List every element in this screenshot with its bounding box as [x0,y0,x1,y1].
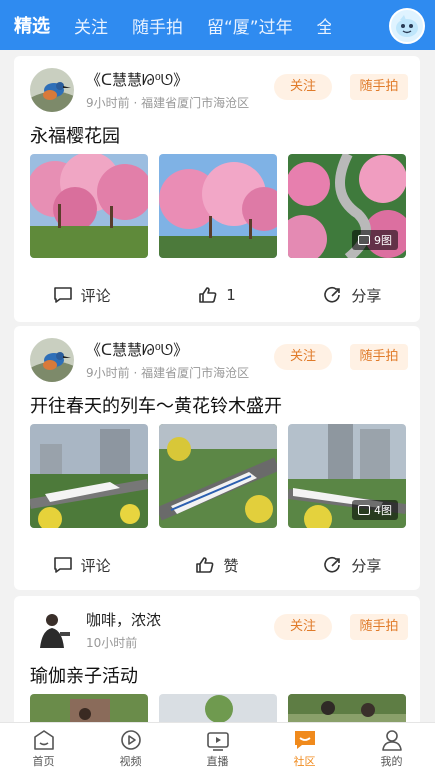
home-icon [33,729,54,750]
comment-icon [53,557,72,573]
community-icon [294,730,315,749]
user-avatar-button[interactable] [389,8,425,44]
image-stack-icon [358,505,370,515]
post-author[interactable]: 咖啡，浓浓 10小时前 [30,608,262,652]
post-image[interactable] [30,694,148,722]
post-title[interactable]: 瑜伽亲子活动 [30,662,138,688]
image-count-badge: 9图 [352,230,398,250]
share-icon [324,286,341,303]
bottom-nav: 首页 视频 直播 社区 我的 [0,722,435,774]
share-icon [324,556,341,573]
post-images: 9图 [30,154,406,258]
tab-following[interactable]: 关注 [74,13,108,38]
post-image[interactable] [30,424,148,528]
author-name[interactable]: 咖啡，浓浓 [86,609,262,630]
nav-community[interactable]: 社区 [261,723,348,774]
post-image[interactable]: 9图 [288,154,406,258]
snapshot-tag[interactable]: 随手拍 [350,614,408,640]
post-title[interactable]: 开往春天的列车～黄花铃木盛开 [30,392,282,418]
play-icon [120,729,141,750]
avatar[interactable] [30,68,74,112]
post-author[interactable]: 《ᑕ慧慧ᘙ⁰ᘎ》 9小时前 · 福建省厦门市海沧区 [30,68,262,112]
like-button[interactable]: 1 [149,280,284,310]
avatar[interactable] [30,338,74,382]
image-count-badge: 4图 [352,500,398,520]
tv-icon [206,731,229,751]
tab-featured[interactable]: 精选 [14,12,50,38]
snapshot-tag[interactable]: 随手拍 [350,344,408,370]
tab-snapshots[interactable]: 随手拍 [132,13,183,38]
mascot-icon [396,15,418,37]
like-button[interactable]: 赞 [149,550,284,580]
follow-button[interactable]: 关注 [274,614,332,640]
post-card[interactable]: 《ᑕ慧慧ᘙ⁰ᘎ》 9小时前 · 福建省厦门市海沧区 关注 随手拍 开往春天的列车… [14,326,420,590]
post-images: 4图 [30,424,406,528]
comment-button[interactable]: 评论 [14,280,149,310]
tab-new-year[interactable]: 留“厦”过年 [207,13,293,38]
thumbs-up-icon [196,557,214,573]
post-card[interactable]: 《ᑕ慧慧ᘙ⁰ᘎ》 9小时前 · 福建省厦门市海沧区 关注 随手拍 永福樱花园 9… [14,56,420,322]
avatar[interactable] [30,608,74,652]
post-image[interactable] [288,694,406,722]
person-icon [381,729,402,751]
share-button[interactable]: 分享 [285,550,420,580]
post-image[interactable] [159,154,277,258]
nav-profile[interactable]: 我的 [348,723,435,774]
author-name[interactable]: 《ᑕ慧慧ᘙ⁰ᘎ》 [86,339,262,360]
post-image[interactable] [159,424,277,528]
snapshot-tag[interactable]: 随手拍 [350,74,408,100]
feed-list[interactable]: 《ᑕ慧慧ᘙ⁰ᘎ》 9小时前 · 福建省厦门市海沧区 关注 随手拍 永福樱花园 9… [0,50,435,722]
post-meta: 10小时前 [86,636,138,650]
post-actions: 评论 赞 分享 [14,550,420,580]
nav-live[interactable]: 直播 [174,723,261,774]
post-image[interactable] [30,154,148,258]
thumbs-up-icon [199,287,217,303]
top-tab-bar: 精选 关注 随手拍 留“厦”过年 全 [0,0,435,50]
post-title[interactable]: 永福樱花园 [30,122,120,148]
post-meta: 9小时前 · 福建省厦门市海沧区 [86,366,250,380]
tab-overflow[interactable]: 全 [317,13,331,38]
post-image[interactable]: 4图 [288,424,406,528]
post-images [30,694,406,722]
post-actions: 评论 1 分享 [14,280,420,310]
post-meta: 9小时前 · 福建省厦门市海沧区 [86,96,250,110]
post-card[interactable]: 咖啡，浓浓 10小时前 关注 随手拍 瑜伽亲子活动 [14,596,420,722]
app-root: 精选 关注 随手拍 留“厦”过年 全 《ᑕ慧慧ᘙ⁰ᘎ》 9小时前 · 福建省厦门… [0,0,435,774]
share-button[interactable]: 分享 [285,280,420,310]
nav-video[interactable]: 视频 [87,723,174,774]
nav-home[interactable]: 首页 [0,723,87,774]
follow-button[interactable]: 关注 [274,74,332,100]
post-author[interactable]: 《ᑕ慧慧ᘙ⁰ᘎ》 9小时前 · 福建省厦门市海沧区 [30,338,262,382]
author-name[interactable]: 《ᑕ慧慧ᘙ⁰ᘎ》 [86,69,262,90]
image-stack-icon [358,235,370,245]
comment-icon [53,287,72,303]
follow-button[interactable]: 关注 [274,344,332,370]
comment-button[interactable]: 评论 [14,550,149,580]
post-image[interactable] [159,694,277,722]
